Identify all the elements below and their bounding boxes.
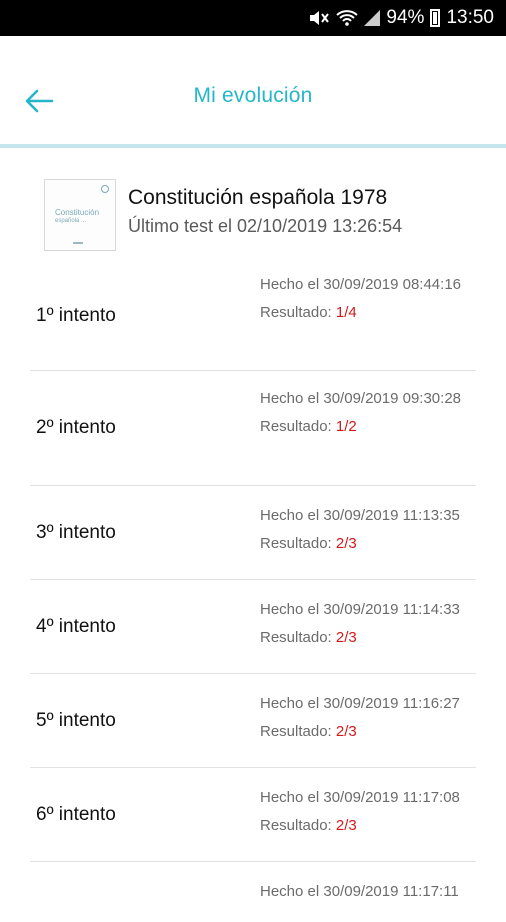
attempt-result: Resultado: 2/3 <box>260 534 500 554</box>
result-score: 1/4 <box>335 304 357 321</box>
result-label: Resultado: <box>260 817 336 834</box>
attempts-list: 1º intento Hecho el 30/09/2019 08:44:16 … <box>0 262 506 922</box>
wifi-icon <box>336 9 359 27</box>
cover-subtitle: española ... <box>55 218 87 224</box>
result-score: 2/3 <box>335 629 357 646</box>
attempt-date: Hecho el 30/09/2019 11:13:35 <box>260 507 460 524</box>
result-label: Resultado: <box>260 304 336 321</box>
signal-icon <box>364 10 381 26</box>
result-label: Resultado: <box>260 629 336 646</box>
attempt-label: 5º intento <box>36 709 116 731</box>
app-header: Mi evolución <box>0 36 506 144</box>
result-label: Resultado: <box>260 723 336 740</box>
attempt-info: Hecho el 30/09/2019 11:14:33 Resultado: … <box>260 599 500 648</box>
attempt-result: Resultado: 2/3 <box>260 816 500 836</box>
result-label: Resultado: <box>260 535 336 552</box>
status-time: 13:50 <box>446 7 494 28</box>
status-bar: 94% 13:50 <box>0 0 506 36</box>
last-test-date: Último test el 02/10/2019 13:26:54 <box>128 216 403 236</box>
attempt-label: 4º intento <box>36 615 116 637</box>
attempt-row-2[interactable]: 2º intento Hecho el 30/09/2019 09:30:28 … <box>30 371 476 486</box>
test-cover-image: Constitución española ... <box>44 179 116 251</box>
attempt-date: Hecho el 30/09/2019 11:14:33 <box>260 601 460 618</box>
attempt-date: Hecho el 30/09/2019 08:44:16 <box>260 276 461 293</box>
result-score: 2/3 <box>335 817 357 834</box>
cover-badge-icon <box>101 185 109 193</box>
attempt-row-7[interactable]: Hecho el 30/09/2019 11:17:11 <box>30 862 476 922</box>
result-score: 2/3 <box>335 723 357 740</box>
battery-icon <box>430 9 441 27</box>
result-label: Resultado: <box>260 418 336 435</box>
attempt-date: Hecho el 30/09/2019 09:30:28 <box>260 390 461 407</box>
mute-icon <box>308 9 330 27</box>
attempt-info: Hecho el 30/09/2019 09:30:28 Resultado: … <box>260 388 470 437</box>
attempt-row-3[interactable]: 3º intento Hecho el 30/09/2019 11:13:35 … <box>30 486 476 580</box>
attempt-label: 3º intento <box>36 521 116 543</box>
attempt-row-6[interactable]: 6º intento Hecho el 30/09/2019 11:17:08 … <box>30 768 476 862</box>
result-score: 1/2 <box>335 418 357 435</box>
cover-title: Constitución <box>55 208 100 217</box>
battery-level: 94% <box>386 7 425 28</box>
attempt-info: Hecho el 30/09/2019 11:13:35 Resultado: … <box>260 505 500 554</box>
attempt-result: Resultado: 2/3 <box>260 722 500 742</box>
attempt-info: Hecho el 30/09/2019 08:44:16 Resultado: … <box>260 274 470 323</box>
attempt-label: 6º intento <box>36 803 116 825</box>
attempt-row-4[interactable]: 4º intento Hecho el 30/09/2019 11:14:33 … <box>30 580 476 674</box>
result-score: 2/3 <box>335 535 357 552</box>
test-summary: Constitución española ... Constitución e… <box>0 148 506 262</box>
attempt-date: Hecho el 30/09/2019 11:16:27 <box>260 695 460 712</box>
attempt-info: Hecho el 30/09/2019 11:17:08 Resultado: … <box>260 787 500 836</box>
attempt-label: 1º intento <box>36 305 116 326</box>
test-name: Constitución española 1978 <box>128 186 388 209</box>
attempt-result: Resultado: 1/2 <box>260 417 470 437</box>
attempt-result: Resultado: 2/3 <box>260 628 500 648</box>
page-title: Mi evolución <box>193 84 313 107</box>
attempt-result: Resultado: 1/4 <box>260 303 470 323</box>
attempt-info: Hecho el 30/09/2019 11:16:27 Resultado: … <box>260 693 500 742</box>
attempt-date: Hecho el 30/09/2019 11:17:08 <box>260 789 460 806</box>
cover-footer <box>73 242 83 244</box>
attempt-row-1[interactable]: 1º intento Hecho el 30/09/2019 08:44:16 … <box>30 262 476 371</box>
attempt-label: 2º intento <box>36 417 116 438</box>
attempt-row-5[interactable]: 5º intento Hecho el 30/09/2019 11:16:27 … <box>30 674 476 768</box>
